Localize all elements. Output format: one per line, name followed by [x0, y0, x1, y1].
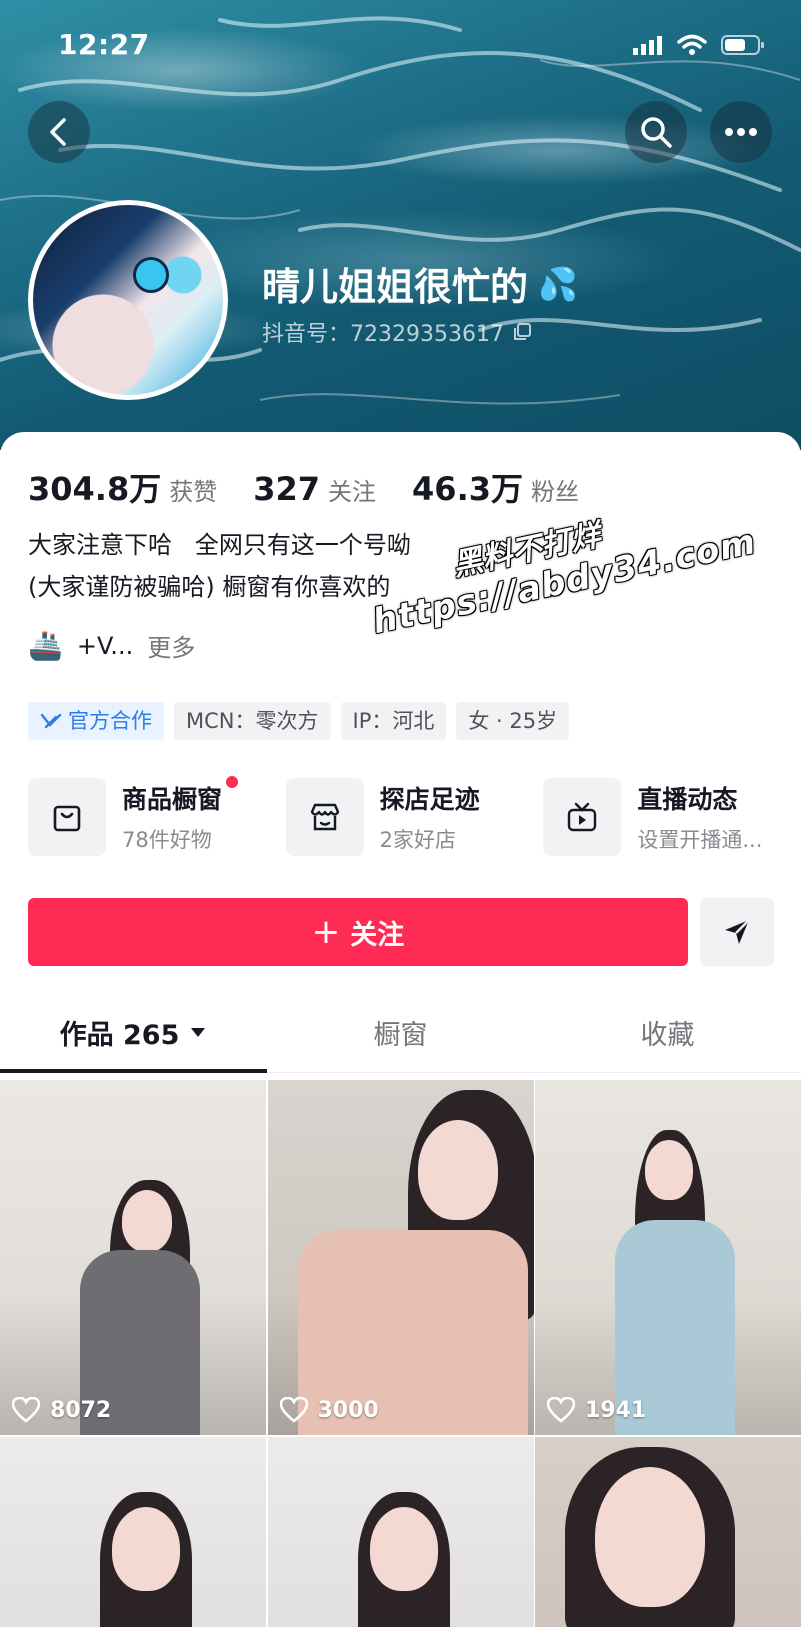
ship-emoji: 🚢 — [28, 629, 63, 662]
video-thumbnail[interactable]: 8072 — [0, 1080, 266, 1435]
avatar[interactable] — [28, 200, 228, 400]
video-thumbnail[interactable] — [267, 1437, 534, 1627]
video-thumbnail[interactable]: 3000 — [267, 1080, 534, 1435]
thumbnail-figure — [645, 1140, 693, 1200]
handshake-icon — [40, 713, 62, 729]
shopping-bag-icon — [53, 805, 81, 832]
more-link[interactable]: 更多 — [147, 628, 195, 663]
video-likes: 3000 — [279, 1397, 379, 1423]
feature-icon-box — [285, 778, 364, 856]
avatar-illustration — [133, 257, 169, 293]
video-thumbnail[interactable] — [0, 1437, 266, 1627]
more-dots-icon — [725, 128, 757, 136]
store-icon — [310, 803, 339, 831]
wifi-icon — [677, 34, 707, 55]
thumbnail-figure — [417, 1120, 498, 1220]
tag-gender-age: 女 · 25岁 — [456, 702, 570, 740]
share-button[interactable] — [700, 898, 774, 966]
video-likes: 8072 — [12, 1397, 111, 1423]
cellular-signal-icon — [633, 36, 662, 55]
bio-line: (大家谨防被骗哈) 橱窗有你喜欢的 — [28, 573, 391, 601]
video-likes: 1941 — [547, 1397, 646, 1423]
bio-extra-row[interactable]: 🚢 +V... 更多 — [28, 628, 195, 663]
notification-dot — [226, 776, 239, 788]
bio-line: 大家注意下哈 全网只有这一个号呦 — [28, 531, 411, 559]
stat-label: 粉丝 — [531, 478, 579, 506]
feature-live-updates[interactable]: 直播动态 设置开播通... — [543, 778, 801, 856]
heart-icon — [12, 1397, 40, 1423]
nickname-text: 晴儿姐姐很忙的 — [262, 265, 529, 309]
thumbnail-figure — [369, 1507, 438, 1591]
heart-icon — [547, 1397, 575, 1423]
likes-count: 3000 — [317, 1397, 379, 1423]
battery-icon — [721, 35, 764, 55]
feature-title: 探店足迹 — [379, 785, 480, 814]
feature-icon-box — [543, 778, 622, 856]
tag-label: 官方合作 — [68, 709, 152, 733]
content-tabs: 作品 265 橱窗 收藏 — [0, 992, 801, 1073]
video-thumbnail[interactable] — [535, 1437, 801, 1627]
feature-subtitle: 78件好物 — [122, 828, 212, 852]
tab-favorites[interactable]: 收藏 — [534, 992, 801, 1072]
more-options-button[interactable] — [710, 101, 772, 163]
caret-down-icon — [191, 1028, 206, 1037]
stat-label: 获赞 — [169, 478, 218, 506]
feature-title: 商品橱窗 — [122, 785, 223, 814]
feature-store-visits[interactable]: 探店足迹 2家好店 — [285, 778, 544, 856]
profile-tags: 官方合作 MCN：零次方 IP：河北 女 · 25岁 — [28, 702, 570, 740]
feature-entries: 商品橱窗 78件好物 探店足迹 2家好店 直播动态 设置开播通... — [28, 776, 801, 856]
tv-icon — [568, 802, 597, 832]
copy-icon[interactable] — [512, 322, 532, 342]
chevron-left-icon — [50, 118, 66, 146]
thumbnail-figure — [122, 1190, 172, 1252]
feature-subtitle: 设置开播通... — [637, 828, 763, 852]
tab-label: 收藏 — [640, 1019, 695, 1051]
account-id-text: 抖音号：72329353617 — [262, 322, 504, 347]
feature-product-showcase[interactable]: 商品橱窗 78件好物 — [28, 776, 286, 856]
video-thumbnail[interactable]: 1941 — [535, 1080, 801, 1435]
follow-label: 关注 — [350, 919, 405, 951]
stat-value: 304.8万 — [28, 470, 162, 508]
video-grid: 8072 3000 1941 — [0, 1080, 801, 1627]
search-icon — [641, 117, 672, 148]
profile-bio: 大家注意下哈 全网只有这一个号呦 (大家谨防被骗哈) 橱窗有你喜欢的 — [28, 524, 411, 608]
tab-showcase[interactable]: 橱窗 — [267, 992, 534, 1072]
tag-ip-location: IP：河北 — [340, 702, 447, 740]
stat-value: 327 — [253, 470, 321, 508]
likes-count: 1941 — [585, 1397, 647, 1423]
tab-works[interactable]: 作品 265 — [0, 992, 267, 1073]
droplets-emoji: 💦 — [538, 264, 578, 303]
thumbnail-figure — [112, 1507, 180, 1591]
profile-nickname: 晴儿姐姐很忙的 💦 — [262, 256, 578, 311]
likes-count: 8072 — [50, 1397, 112, 1423]
tab-label: 作品 265 — [59, 1019, 180, 1051]
bio-extra-text: +V... — [76, 631, 134, 660]
stat-followers[interactable]: 46.3万 粉丝 — [412, 464, 579, 510]
thumbnail-figure — [595, 1467, 705, 1607]
status-icons — [633, 34, 765, 56]
search-button[interactable] — [625, 101, 687, 163]
feature-title-wrap: 商品橱窗 — [122, 776, 239, 816]
profile-stats: 304.8万 获赞 327 关注 46.3万 粉丝 — [28, 464, 615, 510]
plus-icon: + — [311, 912, 341, 952]
follow-button[interactable]: + 关注 — [28, 898, 688, 966]
feature-title: 直播动态 — [637, 785, 738, 814]
feature-icon-box — [28, 778, 106, 856]
account-id: 抖音号：72329353617 — [262, 316, 532, 348]
profile-header-background: 12:27 晴儿姐姐很忙的 💦 抖音号：72329353617 — [0, 0, 801, 450]
tag-official-cooperation[interactable]: 官方合作 — [28, 702, 164, 740]
tag-mcn[interactable]: MCN：零次方 — [174, 702, 331, 740]
stat-value: 46.3万 — [412, 470, 523, 508]
feature-subtitle: 2家好店 — [379, 828, 457, 852]
stat-label: 关注 — [328, 478, 377, 506]
status-time: 12:27 — [58, 28, 150, 61]
stat-following[interactable]: 327 关注 — [253, 470, 376, 508]
stat-likes[interactable]: 304.8万 获赞 — [28, 464, 217, 510]
back-button[interactable] — [28, 101, 90, 163]
send-icon — [725, 919, 750, 944]
tab-label: 橱窗 — [373, 1019, 428, 1051]
heart-icon — [279, 1397, 308, 1423]
